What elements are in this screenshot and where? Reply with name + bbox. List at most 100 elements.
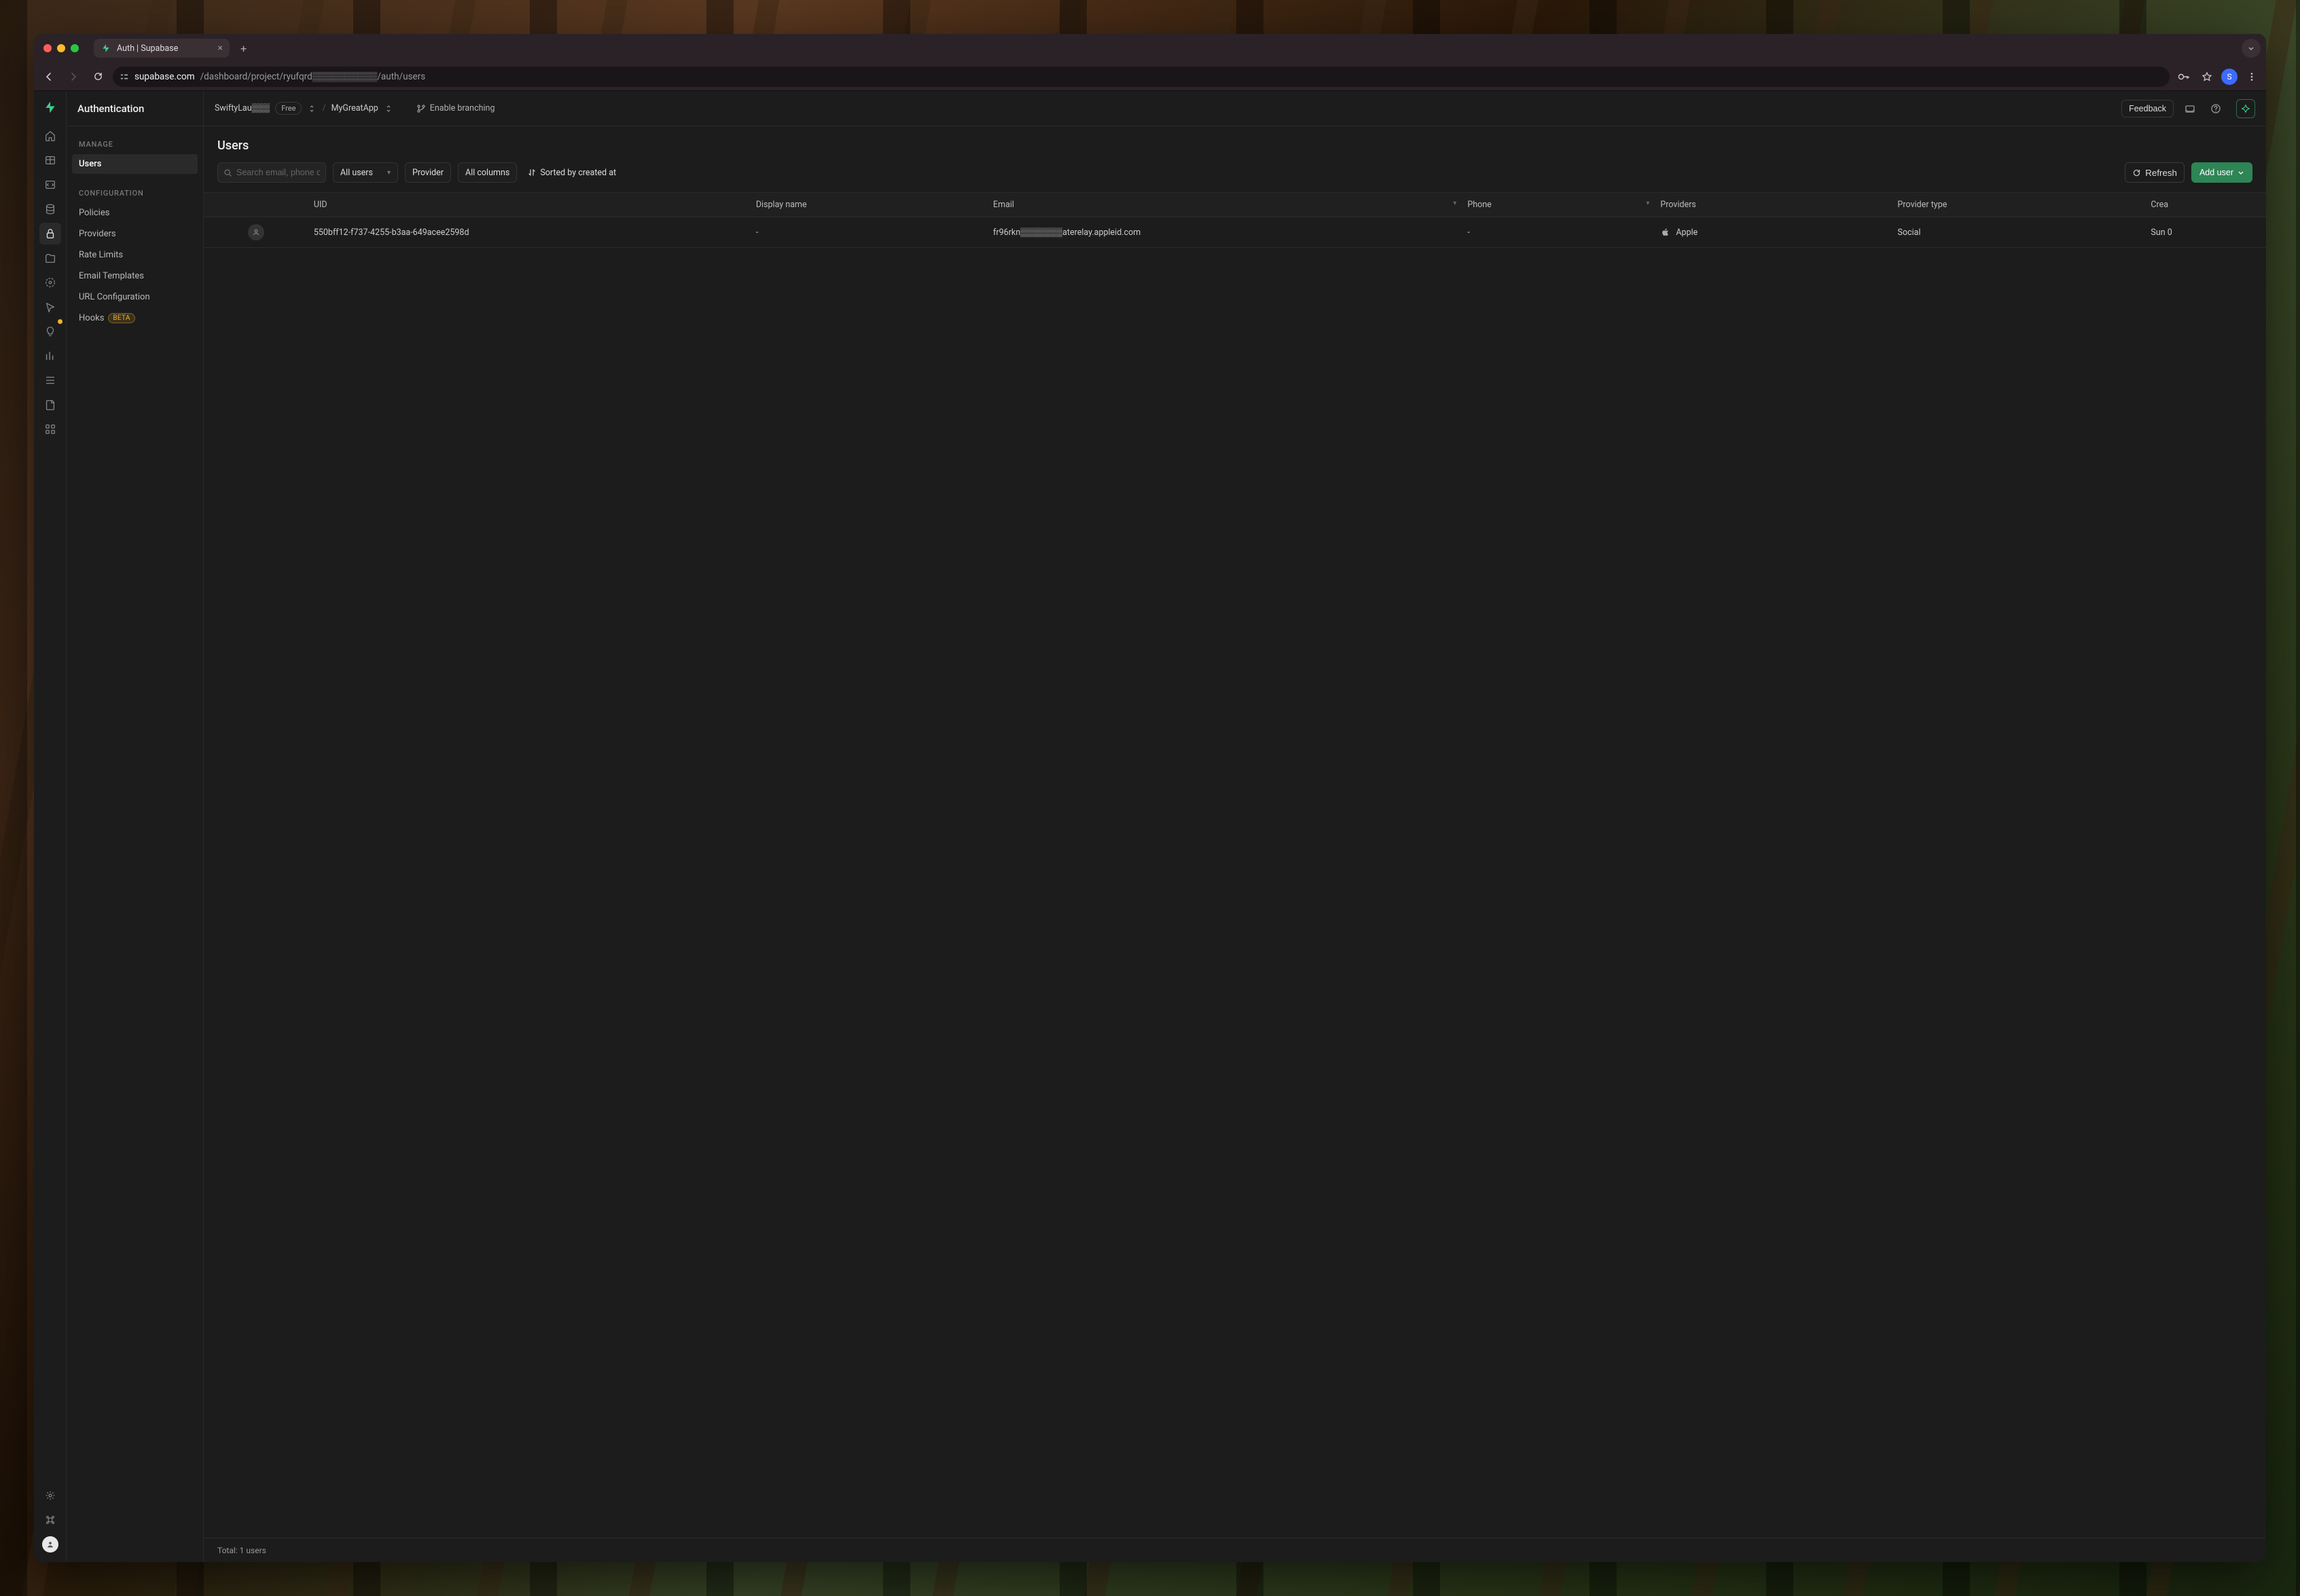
th-created[interactable]: Crea [2145,193,2266,217]
main-content: SwiftyLau▒▒▒ Free / MyGreatApp Enable br… [204,91,2266,1562]
rail-database-icon[interactable] [39,198,61,220]
chevron-down-icon: ▾ [1646,200,1649,207]
crumb-project[interactable]: MyGreatApp [331,103,378,113]
th-display-name[interactable]: Display name [751,193,988,217]
top-bar: SwiftyLau▒▒▒ Free / MyGreatApp Enable br… [204,91,2266,126]
sidebar-section-manage: MANAGE [72,134,198,153]
th-provider-type[interactable]: Provider type [1892,193,2146,217]
rail-sql-editor-icon[interactable] [39,174,61,196]
address-bar[interactable]: supabase.com/dashboard/project/ryufqrd▒▒… [113,67,2170,87]
filter-columns-dropdown[interactable]: All columns [458,162,517,183]
sidebar-item-email-templates[interactable]: Email Templates [72,266,198,286]
rail-home-icon[interactable] [39,125,61,147]
project-switcher-icon[interactable] [384,105,393,113]
reload-button[interactable] [88,67,107,86]
beta-badge: BETA [108,313,134,323]
rail-realtime-icon[interactable] [39,296,61,318]
sidebar-item-policies[interactable]: Policies [72,203,198,223]
th-email[interactable]: Email▾ [988,193,1462,217]
cell-provider: Apple [1676,228,1697,238]
rail-settings-icon[interactable] [39,1485,61,1506]
rail-advisors-icon[interactable] [39,321,61,342]
th-providers[interactable]: Providers [1655,193,1892,217]
password-manager-icon[interactable] [2175,68,2193,86]
rail-storage-icon[interactable] [39,247,61,269]
browser-toolbar: supabase.com/dashboard/project/ryufqrd▒▒… [34,62,2266,91]
rail-logs-icon[interactable] [39,369,61,391]
refresh-button[interactable]: Refresh [2125,162,2185,183]
sidebar: Authentication MANAGE Users CONFIGURATIO… [67,91,204,1562]
supabase-favicon-icon [101,43,111,54]
table-row[interactable]: 550bff12-f737-4255-b3aa-649acee2598d - f… [204,217,2266,248]
ai-assistant-icon[interactable] [2236,99,2255,118]
cell-created: Sun 0 [2145,217,2266,248]
search-input-wrapper[interactable] [217,162,326,183]
supabase-logo-icon[interactable] [41,98,60,117]
sidebar-item-hooks[interactable]: Hooks BETA [72,308,198,328]
filter-provider-dropdown[interactable]: Provider [405,162,451,183]
crumb-org[interactable]: SwiftyLau▒▒▒ [215,103,270,113]
rail-api-docs-icon[interactable] [39,394,61,416]
apple-icon [1660,228,1670,238]
enable-branching-button[interactable]: Enable branching [416,103,495,113]
help-icon[interactable] [2206,99,2225,118]
back-button[interactable] [39,67,58,86]
forward-button[interactable] [64,67,83,86]
sidebar-item-url-configuration[interactable]: URL Configuration [72,287,198,307]
sort-button[interactable]: Sorted by created at [524,162,620,183]
bookmark-icon[interactable] [2198,68,2216,86]
add-user-button[interactable]: Add user [2191,162,2252,183]
cell-provider-type: Social [1892,217,2146,248]
new-tab-button[interactable]: + [235,39,252,58]
th-phone[interactable]: Phone▾ [1462,193,1655,217]
browser-tab-strip: Auth | Supabase × + [34,34,2266,62]
total-count: Total: 1 users [217,1546,266,1555]
url-path: /dashboard/project/ryufqrd▒▒▒▒▒▒▒▒▒▒/aut… [200,71,426,82]
close-tab-icon[interactable]: × [218,43,223,54]
rail-command-icon[interactable] [39,1509,61,1531]
users-toolbar: All users ▾ Provider All columns Sorted … [204,162,2266,192]
chevron-down-icon [2238,169,2244,176]
breadcrumb: SwiftyLau▒▒▒ Free / MyGreatApp [215,102,393,115]
window-close-button[interactable] [43,44,52,52]
rail-integrations-icon[interactable] [39,418,61,440]
url-host: supabase.com [134,71,195,82]
search-icon [223,168,232,177]
chevron-down-icon: ▾ [1453,200,1456,207]
rail-auth-icon[interactable] [39,223,61,244]
inbox-icon[interactable] [2180,99,2199,118]
window-minimize-button[interactable] [57,44,65,52]
sidebar-item-providers[interactable]: Providers [72,224,198,244]
refresh-icon [2132,168,2141,177]
browser-tab[interactable]: Auth | Supabase × [94,39,230,58]
cell-email: fr96rkn▒▒▒▒▒▒▒aterelay.appleid.com [988,217,1462,248]
sidebar-section-configuration: CONFIGURATION [72,183,198,202]
rail-user-avatar[interactable] [39,1534,61,1555]
user-avatar-icon [248,224,264,240]
tabs-dropdown-button[interactable] [2242,39,2261,58]
th-uid[interactable]: UID [308,193,751,217]
users-table: UID Display name Email▾ Phone▾ Providers… [204,192,2266,1538]
browser-profile-button[interactable]: S [2221,69,2238,85]
sidebar-item-users[interactable]: Users [72,154,198,174]
org-switcher-icon[interactable] [307,105,317,113]
rail-table-editor-icon[interactable] [39,149,61,171]
window-zoom-button[interactable] [71,44,79,52]
crumb-plan: Free [275,102,302,115]
icon-rail [34,91,67,1562]
cell-display-name: - [751,217,988,248]
rail-reports-icon[interactable] [39,345,61,367]
feedback-button[interactable]: Feedback [2121,100,2174,117]
page-title: Users [204,126,2266,162]
sidebar-title: Authentication [67,91,203,126]
cell-uid: 550bff12-f737-4255-b3aa-649acee2598d [308,217,751,248]
chevron-down-icon: ▾ [387,169,391,177]
cell-phone: - [1462,217,1655,248]
site-settings-icon[interactable] [120,72,129,81]
rail-edge-functions-icon[interactable] [39,272,61,293]
search-input[interactable] [236,168,320,177]
sidebar-item-rate-limits[interactable]: Rate Limits [72,245,198,265]
tab-title: Auth | Supabase [117,43,178,54]
browser-menu-icon[interactable] [2243,68,2261,86]
filter-users-dropdown[interactable]: All users ▾ [333,162,398,183]
